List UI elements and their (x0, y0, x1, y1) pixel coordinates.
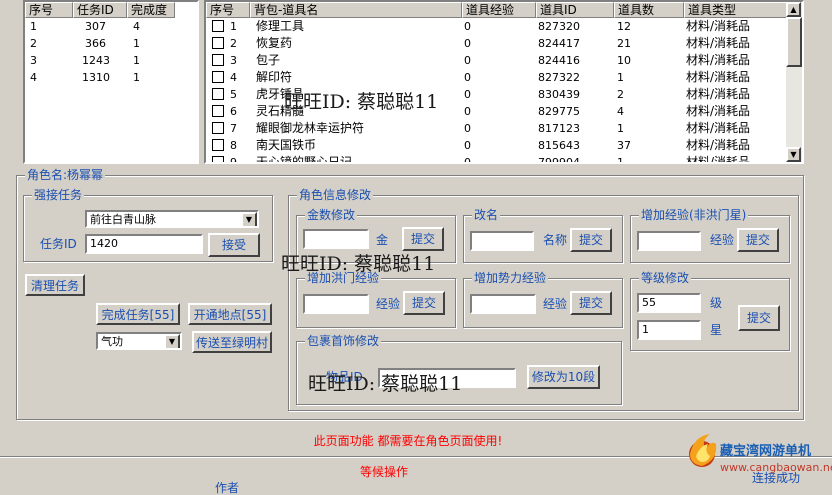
clear-tasks-button[interactable]: 清理任务 (25, 274, 85, 296)
accept-button[interactable]: 接受 (208, 233, 260, 257)
gold-submit-button[interactable]: 提交 (402, 227, 444, 251)
hongmen-exp-input[interactable] (303, 294, 369, 314)
scroll-thumb[interactable] (786, 17, 802, 67)
task-col-id[interactable]: 任务ID (73, 2, 127, 18)
exp-submit-button[interactable]: 提交 (737, 228, 779, 252)
name-input[interactable] (470, 231, 534, 251)
item-col-name[interactable]: 背包-道具名 (250, 2, 462, 18)
item-row[interactable]: 3 包子 0 824416 10 材料/消耗品 (206, 52, 786, 69)
task-id-input[interactable]: 1420 (85, 234, 203, 254)
scroll-down-icon[interactable]: ▼ (786, 147, 801, 162)
item-row[interactable]: 1 修理工具 0 827320 12 材料/消耗品 (206, 18, 786, 35)
chevron-down-icon[interactable]: ▼ (164, 334, 180, 348)
item-list-scrollbar[interactable]: ▲ ▼ (786, 2, 802, 162)
item-checkbox[interactable] (212, 139, 224, 151)
role-title: 角色名:杨幂幂 (25, 168, 106, 182)
watermark-text: 旺旺ID: 蔡聪聪11 (281, 253, 436, 275)
item-row[interactable]: 4 解印符 0 827322 1 材料/消耗品 (206, 69, 786, 86)
item-checkbox[interactable] (212, 37, 224, 49)
item-col-exp[interactable]: 道具经验 (462, 2, 536, 18)
task-col-no[interactable]: 序号 (25, 2, 73, 18)
item-list[interactable]: 序号 背包-道具名 道具经验 道具ID 道具数 道具类型 1 修理工具 0 82732… (204, 0, 804, 164)
accept-task-title: 强接任务 (32, 188, 85, 202)
item-row[interactable]: 9 天心镜的野心日记 0 799904 1 材料/消耗品 (206, 154, 786, 162)
skill-select[interactable]: 气功 ▼ (96, 332, 182, 350)
power-exp-submit-button[interactable]: 提交 (570, 291, 612, 315)
item-checkbox[interactable] (212, 105, 224, 117)
upgrade-to-10-button[interactable]: 修改为10段 (527, 365, 600, 389)
status-line-2: 作者 (215, 481, 240, 495)
open-places-button[interactable]: 开通地点[55] (188, 303, 272, 325)
item-row[interactable]: 2 恢复药 0 824417 21 材料/消耗品 (206, 35, 786, 52)
item-col-id[interactable]: 道具ID (536, 2, 614, 18)
task-row[interactable]: 4 1310 1 (25, 69, 197, 86)
logo-url: www.cangbaowan.net (720, 461, 832, 474)
gold-unit: 金 (376, 233, 389, 247)
hongmen-exp-submit-button[interactable]: 提交 (403, 291, 445, 315)
watermark-text: 旺旺ID: 蔡聪聪11 (284, 91, 439, 113)
chevron-down-icon[interactable]: ▼ (241, 212, 257, 226)
item-checkbox[interactable] (212, 54, 224, 66)
item-col-count[interactable]: 道具数 (614, 2, 684, 18)
logo-title: 藏宝湾网游单机 (720, 444, 812, 459)
task-row[interactable]: 1 307 4 (25, 18, 197, 35)
watermark-text: 旺旺ID: 蔡聪聪11 (308, 373, 463, 395)
teleport-button[interactable]: 传送至绿明村 (192, 331, 272, 353)
flame-logo-icon (689, 434, 717, 467)
exp-input[interactable] (637, 231, 701, 251)
gold-input[interactable] (303, 229, 369, 249)
star-input[interactable]: 1 (637, 320, 701, 340)
task-row[interactable]: 2 366 1 (25, 35, 197, 52)
complete-tasks-button[interactable]: 完成任务[55] (96, 303, 180, 325)
item-checkbox[interactable] (212, 156, 224, 162)
level-unit: 级 (710, 296, 723, 310)
task-col-progress[interactable]: 完成度 (127, 2, 175, 18)
star-unit: 星 (710, 323, 723, 337)
rename-submit-button[interactable]: 提交 (570, 228, 612, 252)
item-row[interactable]: 7 耀眼御龙林幸运护符 0 817123 1 材料/消耗品 (206, 120, 786, 137)
scroll-up-icon[interactable]: ▲ (786, 2, 801, 17)
exp-unit: 经验 (710, 233, 735, 247)
task-list[interactable]: 序号 任务ID 完成度 1 307 4 2 366 1 3 1243 1 4 1… (23, 0, 199, 164)
item-checkbox[interactable] (212, 88, 224, 100)
task-destination-select[interactable]: 前往白青山脉 ▼ (85, 210, 259, 228)
item-row[interactable]: 8 南天国铁币 0 815643 37 材料/消耗品 (206, 137, 786, 154)
power-exp-input[interactable] (470, 294, 536, 314)
role-info-title: 角色信息修改 (297, 188, 374, 202)
level-input[interactable]: 55 (637, 293, 701, 313)
item-checkbox[interactable] (212, 20, 224, 32)
hongmen-exp-unit: 经验 (376, 297, 401, 311)
name-unit: 名称 (543, 233, 568, 247)
item-col-no[interactable]: 序号 (206, 2, 250, 18)
item-checkbox[interactable] (212, 71, 224, 83)
item-col-type[interactable]: 道具类型 (684, 2, 788, 18)
status-line-1: 等候操作 (360, 465, 409, 479)
task-row[interactable]: 3 1243 1 (25, 52, 197, 69)
power-exp-unit: 经验 (543, 297, 568, 311)
task-id-label: 任务ID (40, 237, 77, 251)
site-logo: 藏宝湾网游单机 www.cangbaowan.net (682, 430, 832, 476)
item-checkbox[interactable] (212, 122, 224, 134)
level-submit-button[interactable]: 提交 (738, 305, 780, 331)
